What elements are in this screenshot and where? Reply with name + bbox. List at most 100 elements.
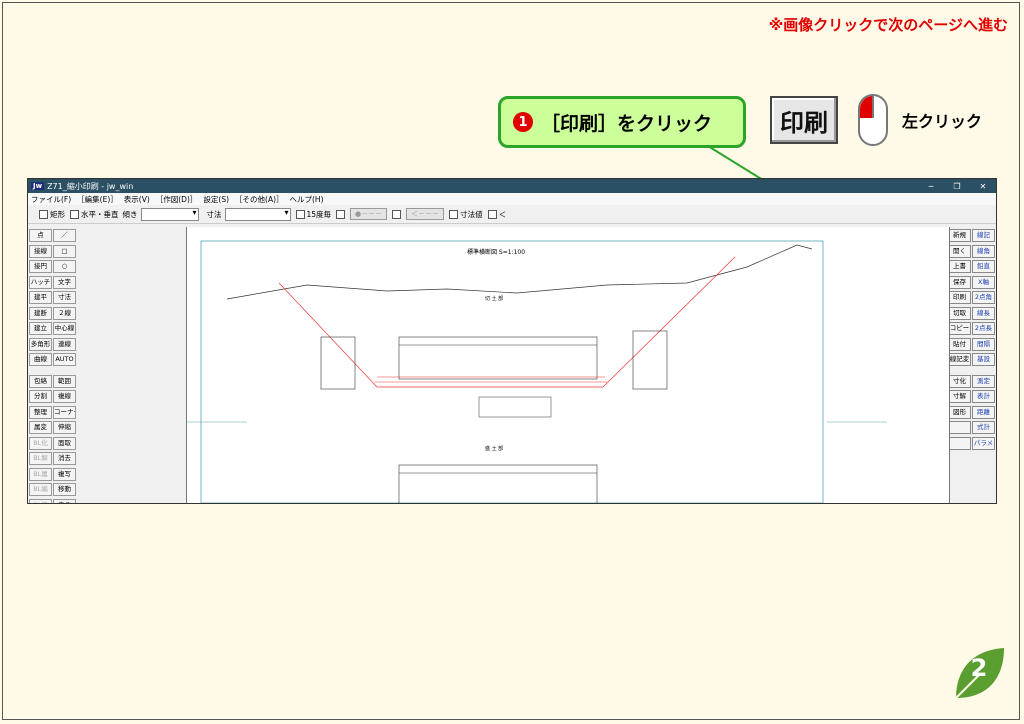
left-tool-0[interactable]: 点 [29, 229, 52, 242]
left-tool-34[interactable]: BL終 [29, 498, 52, 503]
left-tool-17[interactable]: AUTO [53, 353, 76, 366]
right-tool-17[interactable]: 基設 [972, 353, 995, 366]
left-tool-13[interactable]: 中心線 [53, 322, 76, 335]
right-tool-18[interactable]: 寸化 [948, 374, 971, 388]
right-tool-24[interactable] [948, 421, 971, 434]
right-tool-palette: 新規 線記 開く 線角 上書 鉛直 保存 X軸 印刷 2点角 切取 線長 コピー 2点長 貼付 間隔 線記変 基設… [948, 227, 996, 503]
page-number: 2 [970, 654, 988, 682]
jw-cad-window: Jw Z71_縮小印刷 - jw_win ─ ❐ ✕ ファイル(F) ［編集(E… [27, 178, 997, 504]
right-tool-7[interactable]: X軸 [972, 275, 995, 289]
menu-bar: ファイル(F) ［編集(E)］ 表示(V) ［作図(D)］ 設定(S) ［その他… [28, 193, 996, 205]
left-tool-23[interactable]: コーナー [53, 405, 76, 419]
right-tool-10[interactable]: 切取 [948, 306, 971, 320]
right-tool-8[interactable]: 印刷 [948, 291, 971, 304]
left-tool-12[interactable]: 建立 [29, 322, 52, 335]
lt-checkbox[interactable] [487, 209, 497, 219]
right-tool-3[interactable]: 線角 [972, 244, 995, 258]
right-tool-12[interactable]: コピー [948, 322, 971, 335]
mouse-left-click-icon [858, 94, 888, 146]
btn1-checkbox[interactable] [336, 209, 346, 219]
mode-button-1[interactable]: ●－－－ [350, 208, 388, 220]
right-tool-11[interactable]: 線長 [972, 306, 995, 320]
left-tool-1[interactable]: ／ [53, 229, 76, 242]
maximize-button[interactable]: ❐ [944, 182, 970, 191]
print-button-enlarged: 印刷 [770, 96, 838, 144]
menu-edit[interactable]: ［編集(E)］ [77, 194, 118, 205]
right-tool-25[interactable]: 式計 [972, 421, 995, 434]
drawing-canvas[interactable]: 標準横断図 S=1:100 切 土 部 盛 土 部 [186, 227, 950, 503]
right-tool-14[interactable]: 貼付 [948, 337, 971, 351]
rect-checkbox[interactable] [39, 209, 48, 219]
mode-button-2[interactable]: ＜－－－ [406, 208, 445, 220]
right-tool-0[interactable]: 新規 [948, 229, 971, 242]
cross-section-drawing [187, 240, 887, 503]
left-tool-5[interactable]: ○ [53, 260, 76, 273]
left-click-label: 左クリック [902, 112, 983, 131]
left-tool-30[interactable]: BL属 [29, 467, 52, 481]
right-tool-21[interactable]: 表計 [972, 390, 995, 403]
right-tool-23[interactable]: 距離 [972, 405, 995, 419]
hv-label: 水平・垂直 [81, 209, 119, 219]
minimize-button[interactable]: ─ [918, 182, 944, 191]
left-tool-18[interactable]: 包絡 [29, 374, 52, 388]
left-tool-9[interactable]: 寸法 [53, 291, 76, 304]
left-tool-8[interactable]: 建平 [29, 291, 52, 304]
dimval-checkbox[interactable] [449, 209, 459, 219]
left-tool-20[interactable]: 分割 [29, 390, 52, 403]
close-button[interactable]: ✕ [970, 182, 996, 191]
menu-file[interactable]: ファイル(F) [31, 194, 71, 205]
right-tool-6[interactable]: 保存 [948, 275, 971, 289]
menu-draw[interactable]: ［作図(D)］ [156, 194, 198, 205]
left-tool-6[interactable]: ハッチ [29, 275, 52, 289]
menu-view[interactable]: 表示(V) [124, 194, 150, 205]
left-tool-3[interactable]: □ [53, 244, 76, 258]
dim-label: 寸法 [206, 209, 222, 219]
left-tool-31[interactable]: 複写 [53, 467, 76, 481]
tilt-select[interactable] [140, 207, 199, 221]
page-number-badge[interactable]: 2 [950, 644, 1008, 702]
left-tool-27[interactable]: 面取 [53, 436, 76, 450]
right-tool-22[interactable]: 図形 [948, 405, 971, 419]
deg15-label: 15度毎 [306, 209, 332, 219]
right-tool-2[interactable]: 開く [948, 244, 971, 258]
left-tool-26[interactable]: BL化 [29, 436, 52, 450]
right-tool-5[interactable]: 鉛直 [972, 260, 995, 273]
left-tool-33[interactable]: 移動 [53, 483, 76, 496]
left-tool-19[interactable]: 範囲 [53, 374, 76, 388]
left-tool-10[interactable]: 建断 [29, 306, 52, 320]
left-tool-4[interactable]: 接円 [29, 260, 52, 273]
left-tool-15[interactable]: 連線 [53, 337, 76, 351]
btn2-checkbox[interactable] [392, 209, 402, 219]
left-tool-35[interactable]: 戻る [53, 498, 76, 503]
hv-checkbox[interactable] [70, 209, 79, 219]
left-tool-29[interactable]: 消去 [53, 452, 76, 465]
left-tool-28[interactable]: BL解 [29, 452, 52, 465]
right-tool-9[interactable]: 2点角 [972, 291, 995, 304]
right-tool-20[interactable]: 寸解 [948, 390, 971, 403]
left-tool-7[interactable]: 文字 [53, 275, 76, 289]
left-tool-32[interactable]: BL編 [29, 483, 52, 496]
left-tool-21[interactable]: 複線 [53, 390, 76, 403]
menu-other[interactable]: ［その他(A)］ [235, 194, 283, 205]
dim-select[interactable] [224, 207, 291, 221]
left-tool-22[interactable]: 整理 [29, 405, 52, 419]
right-tool-26[interactable] [948, 436, 971, 450]
left-tool-16[interactable]: 曲線 [29, 353, 52, 366]
deg15-checkbox[interactable] [295, 209, 305, 219]
left-tool-14[interactable]: 多角形 [29, 337, 52, 351]
right-tool-13[interactable]: 2点長 [972, 322, 995, 335]
right-tool-16[interactable]: 線記変 [948, 353, 971, 366]
right-tool-19[interactable]: 測定 [972, 374, 995, 388]
left-tool-25[interactable]: 伸縮 [53, 421, 76, 434]
right-tool-1[interactable]: 線記 [972, 229, 995, 242]
left-tool-2[interactable]: 接線 [29, 244, 52, 258]
right-tool-15[interactable]: 間隔 [972, 337, 995, 351]
right-tool-4[interactable]: 上書 [948, 260, 971, 273]
attribute-toolbar: 矩形 水平・垂直 傾き 寸法 15度毎 ●－－－ ＜－－－ 寸法値 ＜ [28, 205, 996, 224]
left-tool-11[interactable]: ２線 [53, 306, 76, 320]
right-tool-27[interactable]: パラメ [972, 436, 995, 450]
left-tool-24[interactable]: 属変 [29, 421, 52, 434]
menu-settings[interactable]: 設定(S) [203, 194, 229, 205]
menu-help[interactable]: ヘルプ(H) [290, 194, 324, 205]
rect-label: 矩形 [50, 209, 65, 219]
